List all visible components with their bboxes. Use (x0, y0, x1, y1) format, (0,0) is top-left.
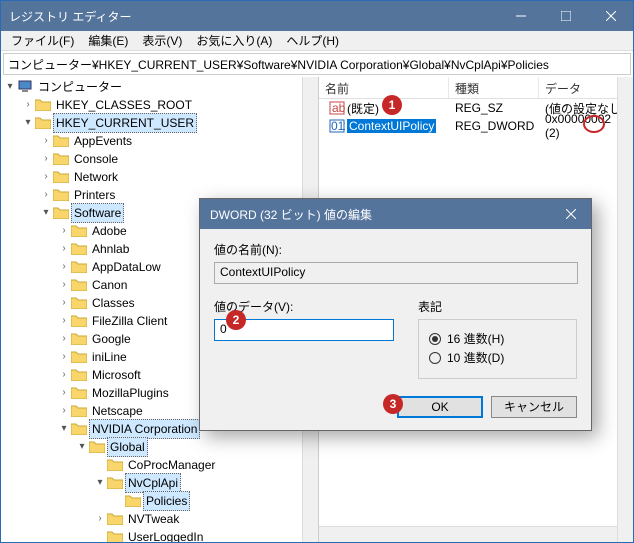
folder-icon (71, 314, 87, 328)
folder-icon (107, 512, 123, 526)
annotation-circle (583, 115, 605, 133)
dword-value-icon: 011 (329, 118, 345, 134)
radio-dec[interactable]: 10 進数(D) (429, 349, 566, 366)
base-label: 表記 (418, 298, 577, 315)
dialog-titlebar: DWORD (32 ビット) 値の編集 (200, 199, 591, 229)
folder-icon (35, 116, 51, 130)
folder-icon (71, 368, 87, 382)
close-button[interactable] (588, 1, 633, 31)
tree-nvcplapi[interactable]: ▾NvCplApi (3, 474, 318, 492)
radio-icon (429, 352, 441, 364)
annotation-badge-1: 1 (382, 95, 402, 115)
dialog-close-button[interactable] (551, 199, 591, 229)
col-header-type[interactable]: 種類 (449, 77, 539, 98)
dialog-title: DWORD (32 ビット) 値の編集 (210, 206, 551, 223)
folder-icon (71, 332, 87, 346)
menu-help[interactable]: ヘルプ(H) (280, 30, 345, 51)
folder-icon (53, 170, 69, 184)
window-title: レジストリ エディター (9, 8, 498, 25)
folder-icon (107, 476, 123, 490)
computer-icon (17, 80, 33, 94)
list-scrollbar-v[interactable] (617, 77, 633, 542)
maximize-button[interactable] (543, 1, 588, 31)
tree-global[interactable]: ▾Global (3, 438, 318, 456)
folder-icon (71, 242, 87, 256)
menu-bar: ファイル(F) 編集(E) 表示(V) お気に入り(A) ヘルプ(H) (1, 31, 633, 51)
folder-icon (107, 530, 123, 542)
folder-icon (71, 296, 87, 310)
folder-icon (53, 206, 69, 220)
folder-icon (35, 98, 51, 112)
folder-icon (71, 260, 87, 274)
col-header-name[interactable]: 名前 (319, 77, 449, 98)
tree-policies[interactable]: Policies (3, 492, 318, 510)
list-scrollbar-h[interactable] (319, 526, 617, 542)
tree-item[interactable]: ›Network (3, 168, 318, 186)
annotation-badge-2: 2 (226, 310, 246, 330)
address-bar[interactable]: コンピューター¥HKEY_CURRENT_USER¥Software¥NVIDI… (3, 53, 631, 75)
folder-icon (71, 224, 87, 238)
cancel-button[interactable]: キャンセル (491, 396, 577, 418)
tree-item[interactable]: ›Console (3, 150, 318, 168)
folder-icon (71, 422, 87, 436)
folder-icon (53, 152, 69, 166)
radio-hex[interactable]: 16 進数(H) (429, 330, 566, 347)
base-radio-group: 16 進数(H) 10 進数(D) (418, 319, 577, 379)
menu-edit[interactable]: 編集(E) (82, 30, 134, 51)
radio-icon (429, 333, 441, 345)
folder-icon (125, 494, 141, 508)
tree-hkcu[interactable]: ▾HKEY_CURRENT_USER (3, 114, 318, 132)
folder-icon (53, 188, 69, 202)
menu-view[interactable]: 表示(V) (136, 30, 188, 51)
folder-icon (89, 440, 105, 454)
menu-favorites[interactable]: お気に入り(A) (190, 30, 278, 51)
folder-icon (71, 404, 87, 418)
tree-root[interactable]: ▾コンピューター (3, 78, 318, 96)
value-name-label: 値の名前(N): (214, 241, 577, 258)
ok-button[interactable]: OK (397, 396, 483, 418)
value-name-field: ContextUIPolicy (214, 262, 578, 284)
folder-icon (71, 386, 87, 400)
folder-icon (53, 134, 69, 148)
tree-item[interactable]: ›AppEvents (3, 132, 318, 150)
menu-file[interactable]: ファイル(F) (5, 30, 80, 51)
string-value-icon: ab (329, 100, 345, 116)
tree-item[interactable]: UserLoggedIn (3, 528, 318, 542)
folder-icon (107, 458, 123, 472)
folder-icon (71, 278, 87, 292)
list-header: 名前 種類 データ (319, 77, 633, 99)
folder-icon (71, 350, 87, 364)
svg-text:ab: ab (332, 101, 345, 115)
window-titlebar: レジストリ エディター (1, 1, 633, 31)
tree-item[interactable]: ›NVTweak (3, 510, 318, 528)
svg-text:011: 011 (331, 119, 345, 133)
minimize-button[interactable] (498, 1, 543, 31)
tree-item[interactable]: CoProcManager (3, 456, 318, 474)
annotation-badge-3: 3 (383, 394, 403, 414)
tree-hkcr[interactable]: ›HKEY_CLASSES_ROOT (3, 96, 318, 114)
